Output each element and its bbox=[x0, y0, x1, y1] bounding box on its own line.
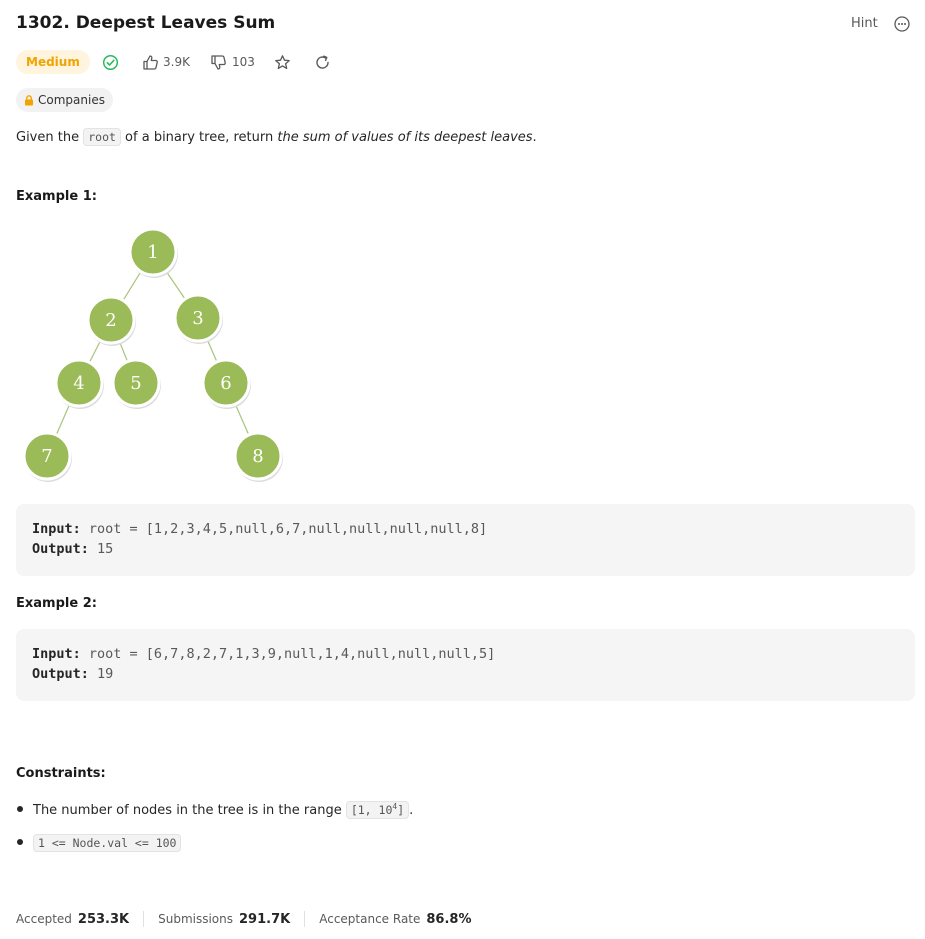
desc-part1: Given the bbox=[16, 130, 84, 145]
input-label: Input: bbox=[32, 646, 81, 662]
constraints-heading: Constraints: bbox=[16, 766, 106, 781]
constraint-code: [1, 104] bbox=[345, 800, 410, 819]
difficulty-badge: Medium bbox=[16, 50, 90, 74]
tree-node-1: 1 bbox=[128, 227, 178, 278]
tree-node-8: 8 bbox=[233, 431, 283, 482]
acceptance-rate-label: Acceptance Rate bbox=[319, 912, 421, 926]
example-1-output: Output: 15 bbox=[32, 541, 113, 557]
submissions-label: Submissions bbox=[158, 912, 234, 926]
desc-code-root: root bbox=[83, 128, 121, 146]
likes-count: 3.9K bbox=[163, 55, 190, 69]
more-icon[interactable] bbox=[894, 16, 910, 32]
bullet bbox=[17, 839, 23, 845]
problem-meta-row: Medium 3.9K 103 bbox=[16, 50, 416, 74]
output-value: 15 bbox=[88, 541, 114, 557]
companies-tag[interactable]: Companies bbox=[16, 88, 113, 112]
submissions-value: 291.7K bbox=[239, 912, 291, 927]
constraint-end: . bbox=[409, 802, 414, 818]
desc-part3: . bbox=[532, 130, 537, 145]
accepted-label: Accepted bbox=[16, 912, 72, 926]
tree-node-label: 6 bbox=[220, 373, 231, 394]
output-label: Output: bbox=[32, 666, 89, 682]
tree-node-label: 7 bbox=[41, 446, 52, 467]
input-value: root = [6,7,8,2,7,1,3,9,null,1,4,null,nu… bbox=[80, 646, 496, 662]
lock-icon bbox=[25, 95, 33, 106]
thumbs-up-icon[interactable] bbox=[142, 54, 159, 71]
tree-node-label: 4 bbox=[73, 373, 84, 394]
dislikes-count: 103 bbox=[232, 55, 255, 69]
star-icon[interactable] bbox=[274, 54, 291, 71]
tree-node-label: 5 bbox=[130, 373, 141, 394]
example-2-codebox: Input: root = [6,7,8,2,7,1,3,9,null,1,4,… bbox=[16, 629, 915, 701]
output-label: Output: bbox=[32, 541, 89, 557]
tree-node-6: 6 bbox=[201, 358, 251, 409]
hint-button[interactable]: Hint bbox=[851, 16, 878, 31]
solved-check-icon bbox=[102, 54, 119, 71]
thumbs-down-icon[interactable] bbox=[210, 54, 227, 71]
input-value: root = [1,2,3,4,5,null,6,7,null,null,nul… bbox=[80, 521, 488, 537]
constraint-item: 1 <= Node.val <= 100 bbox=[16, 834, 182, 852]
constraint-item: The number of nodes in the tree is in th… bbox=[16, 800, 414, 819]
output-value: 19 bbox=[88, 666, 114, 682]
constraint-code: 1 <= Node.val <= 100 bbox=[33, 834, 182, 852]
example-2-output: Output: 19 bbox=[32, 666, 113, 682]
share-icon[interactable] bbox=[314, 54, 331, 71]
divider bbox=[304, 911, 306, 927]
example-1-tree-image: 1 2 3 4 5 6 7 8 bbox=[22, 227, 283, 482]
example-1-input: Input: root = [1,2,3,4,5,null,6,7,null,n… bbox=[32, 521, 487, 537]
tree-node-2: 2 bbox=[86, 295, 136, 346]
range-code-end: ] bbox=[397, 802, 405, 817]
bullet bbox=[17, 805, 23, 812]
accepted-value: 253.3K bbox=[77, 912, 130, 927]
example-2-input: Input: root = [6,7,8,2,7,1,3,9,null,1,4,… bbox=[32, 646, 495, 662]
input-label: Input: bbox=[32, 521, 81, 537]
divider bbox=[143, 911, 145, 927]
example-2-heading: Example 2: bbox=[16, 596, 97, 611]
range-code: [1, 10 bbox=[350, 802, 393, 817]
stats-row: Accepted 253.3K Submissions 291.7K Acceptanc… bbox=[16, 911, 472, 927]
tree-node-label: 2 bbox=[105, 310, 116, 331]
problem-title: 1302. Deepest Leaves Sum bbox=[16, 13, 276, 33]
example-1-codebox: Input: root = [1,2,3,4,5,null,6,7,null,n… bbox=[16, 504, 915, 576]
acceptance-rate-value: 86.8% bbox=[426, 912, 472, 927]
example-1-heading: Example 1: bbox=[16, 189, 97, 204]
desc-part2: of a binary tree, return bbox=[120, 130, 278, 145]
problem-description: Given the root of a binary tree, return … bbox=[16, 128, 537, 146]
tree-node-5: 5 bbox=[111, 358, 161, 409]
tree-node-3: 3 bbox=[173, 293, 223, 344]
tree-node-label: 1 bbox=[147, 242, 158, 263]
constraint-text: The number of nodes in the tree is in th… bbox=[33, 802, 346, 818]
tree-node-4: 4 bbox=[54, 358, 104, 409]
desc-emphasis: the sum of values of its deepest leaves bbox=[277, 130, 533, 145]
tree-node-label: 3 bbox=[192, 308, 203, 329]
companies-label: Companies bbox=[38, 93, 105, 107]
tree-node-7: 7 bbox=[22, 431, 72, 482]
tree-node-label: 8 bbox=[252, 446, 263, 467]
